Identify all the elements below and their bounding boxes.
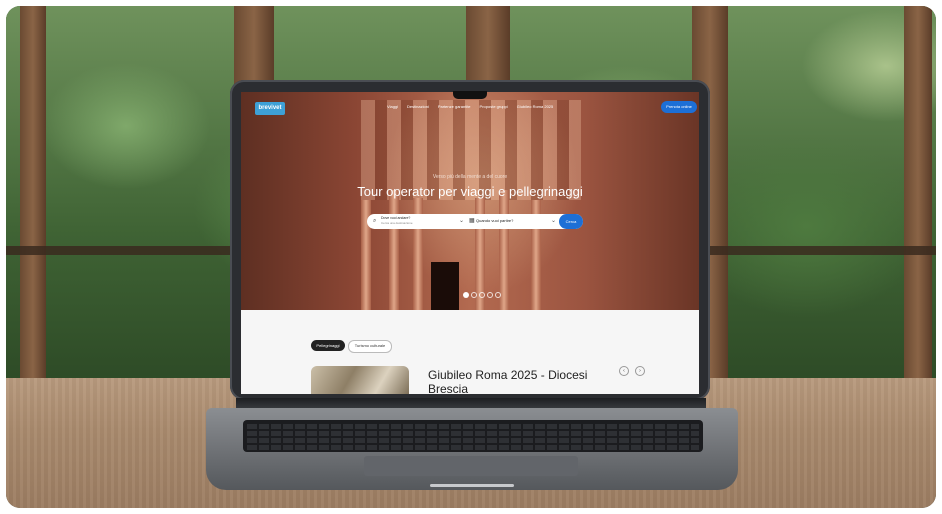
nav-item[interactable]: Viaggi	[387, 104, 398, 109]
slider-dots	[463, 292, 501, 298]
site-logo[interactable]: brevivet	[255, 102, 285, 115]
where-input[interactable]: Cerca una destinazione	[381, 221, 413, 225]
key-row	[247, 445, 699, 450]
slider-dot[interactable]	[463, 292, 469, 298]
nav-item[interactable]: Proposte gruppi	[480, 104, 508, 109]
keyboard	[243, 420, 703, 452]
key-row	[247, 431, 699, 436]
window-post	[20, 6, 46, 386]
search-button[interactable]: Cerca	[559, 214, 583, 229]
hero-banner: brevivet Viaggi Destinazioni Partenze ga…	[241, 92, 699, 310]
laptop-front-lip	[430, 484, 514, 487]
book-online-button[interactable]: Prenota online	[661, 101, 697, 113]
nav-item[interactable]: Destinazioni	[407, 104, 429, 109]
tab-pellegrinaggi[interactable]: Pellegrinaggi	[311, 340, 345, 351]
slider-dot[interactable]	[471, 292, 477, 298]
facade-column	[389, 190, 399, 310]
card-thumbnail[interactable]	[311, 366, 409, 394]
key-row	[247, 438, 699, 443]
nav-item[interactable]: Partenze garantite	[438, 104, 471, 109]
laptop-screen: brevivet Viaggi Destinazioni Partenze ga…	[241, 92, 699, 394]
slider-dot[interactable]	[479, 292, 485, 298]
tab-turismo-culturale[interactable]: Turismo culturale	[348, 340, 392, 353]
content-section: Pellegrinaggi Turismo culturale Giubileo…	[241, 310, 699, 394]
chevron-down-icon[interactable]: ⌄	[459, 217, 464, 224]
card-title[interactable]: Giubileo Roma 2025 - Diocesi Brescia	[428, 368, 628, 394]
chevron-down-icon[interactable]: ⌄	[551, 217, 556, 224]
where-label: Dove vuoi andare?	[381, 216, 411, 220]
search-bar: ⌕ Dove vuoi andare? Cerca una destinazio…	[367, 214, 583, 229]
trackpad	[364, 456, 578, 476]
chevron-left-icon[interactable]: ‹	[619, 366, 629, 376]
search-icon: ⌕	[373, 218, 377, 224]
calendar-icon: ▦	[469, 218, 475, 224]
key-row	[247, 424, 699, 429]
window-post	[904, 6, 932, 386]
when-select[interactable]: Quando vuoi partire?	[476, 218, 513, 223]
slider-dot[interactable]	[487, 292, 493, 298]
chevron-right-icon[interactable]: ›	[635, 366, 645, 376]
camera-notch	[453, 91, 487, 99]
main-nav: Viaggi Destinazioni Partenze garantite P…	[387, 104, 553, 109]
facade-doorway	[431, 262, 459, 310]
carousel-arrows: ‹ ›	[619, 366, 645, 376]
hero-kicker: Verso più della mente a del cuore	[432, 174, 508, 180]
hero-headline: Tour operator per viaggi e pellegrinaggi	[357, 184, 583, 199]
nav-item[interactable]: Giubileo Roma 2025	[517, 104, 553, 109]
slider-dot[interactable]	[495, 292, 501, 298]
